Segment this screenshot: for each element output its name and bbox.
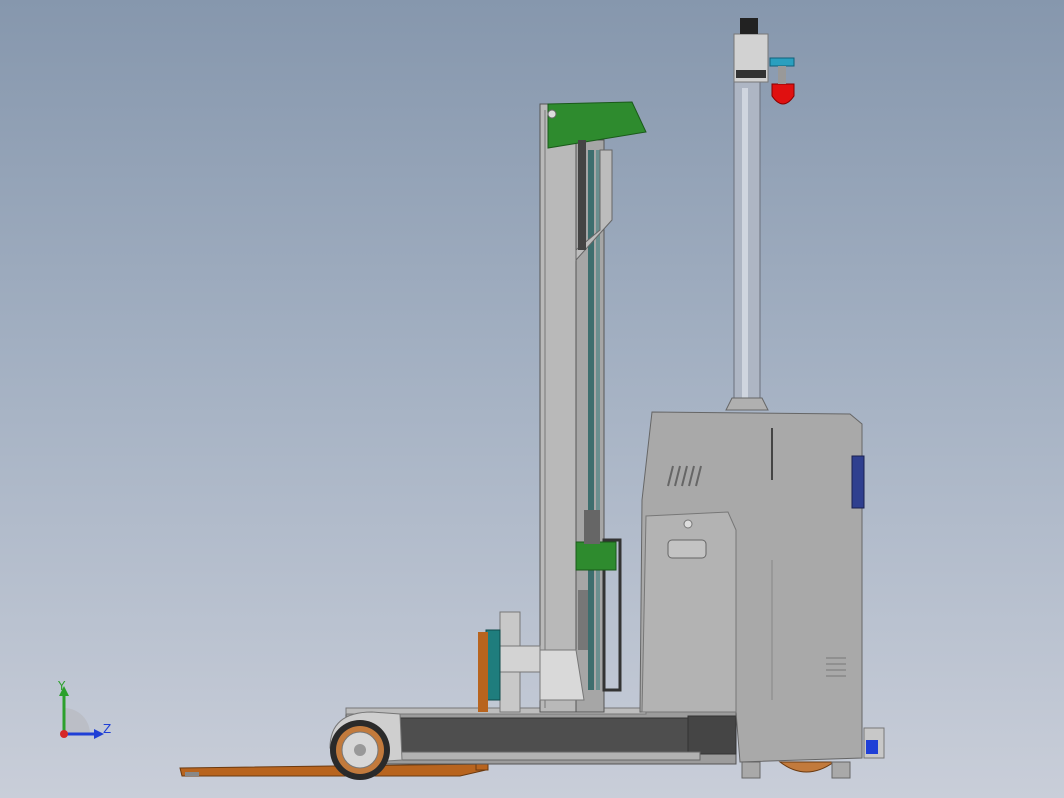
beacon-pillar <box>725 18 769 411</box>
body-housing <box>639 411 865 763</box>
warning-beacon <box>769 57 795 105</box>
rear-sensor <box>863 727 885 759</box>
rear-wheel <box>741 761 851 779</box>
forklift-agv-model[interactable] <box>0 0 1064 798</box>
axis-y-label: Y <box>58 679 66 693</box>
axis-z-label: Z <box>103 722 112 736</box>
chassis-base <box>345 707 737 765</box>
cad-viewport[interactable]: Y Z <box>0 0 1064 798</box>
